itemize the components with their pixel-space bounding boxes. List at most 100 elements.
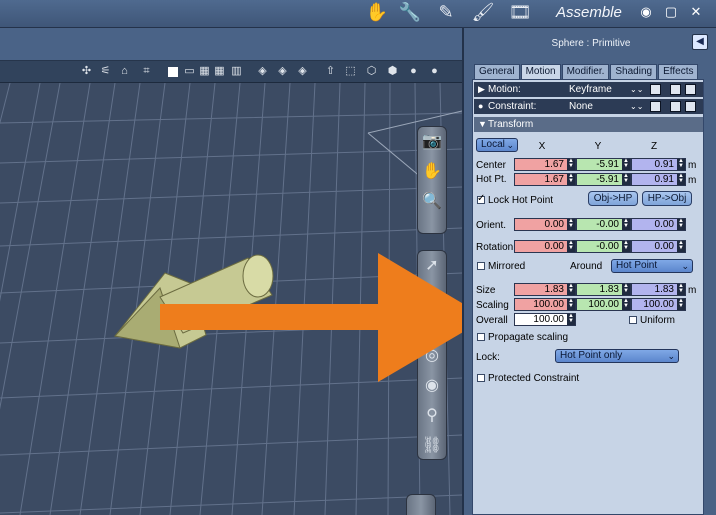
- select-arrow-icon[interactable]: ➚: [418, 251, 446, 281]
- hotpt-y-field[interactable]: -5.91 ▲ ▼: [576, 173, 631, 186]
- tab-shading[interactable]: Shading: [610, 64, 658, 79]
- restore-icon[interactable]: ▢: [663, 4, 679, 20]
- single-view-icon[interactable]: [168, 67, 178, 77]
- spinner-icon[interactable]: ▲ ▼: [677, 283, 685, 295]
- hp-to-obj-button[interactable]: HP->Obj: [642, 191, 692, 206]
- protected-constraint-checkbox[interactable]: [477, 374, 485, 382]
- load-icon[interactable]: [685, 84, 696, 95]
- squash-icon[interactable]: ◉: [418, 371, 446, 401]
- center-z-field[interactable]: 0.91 ▲ ▼: [631, 158, 686, 171]
- coord-space-select[interactable]: Local ⌄: [476, 138, 518, 152]
- spinner-icon[interactable]: ▲ ▼: [567, 158, 575, 170]
- mirrored-checkbox[interactable]: [477, 262, 485, 270]
- grid-icon[interactable]: ⌗: [140, 65, 153, 78]
- link-icon[interactable]: ⛓: [418, 431, 446, 461]
- three-view-icon[interactable]: ▦: [198, 65, 211, 78]
- lock-select[interactable]: Hot Point only ⌄: [555, 349, 679, 363]
- wand-icon[interactable]: ⚲: [418, 401, 446, 431]
- constraint-icon[interactable]: [650, 101, 661, 112]
- smooth-icon[interactable]: ●: [407, 65, 420, 78]
- hand-icon[interactable]: ✋: [365, 1, 389, 23]
- obj-to-hp-button[interactable]: Obj->HP: [588, 191, 638, 206]
- flat-icon[interactable]: ⬢: [386, 65, 399, 78]
- save-icon[interactable]: [670, 101, 681, 112]
- 3d-viewport[interactable]: [0, 83, 462, 515]
- tab-motion[interactable]: Motion: [520, 64, 561, 79]
- bounding-icon[interactable]: ⬚: [344, 65, 357, 78]
- around-select[interactable]: Hot Point ⌄: [611, 259, 693, 273]
- hierarchy-icon[interactable]: ⚟: [99, 65, 112, 78]
- spinner-icon[interactable]: ▲ ▼: [622, 173, 630, 185]
- pencil-icon[interactable]: ✎: [434, 1, 458, 23]
- two-view-icon[interactable]: ▭: [183, 65, 196, 78]
- tab-general[interactable]: General: [474, 64, 520, 79]
- keyframe-icon[interactable]: [650, 84, 661, 95]
- spinner-icon[interactable]: ▲ ▼: [567, 240, 575, 252]
- center-y-field[interactable]: -5.91 ▲ ▼: [576, 158, 631, 171]
- panel-collapse-button[interactable]: ◀: [692, 34, 708, 50]
- constraint-bar[interactable]: ● Constraint: None ⌄⌄: [474, 99, 703, 114]
- bottom-tool-pod[interactable]: [406, 494, 436, 515]
- transform-bar[interactable]: ▼ Transform: [474, 117, 703, 132]
- wireframe-icon[interactable]: ⬡: [365, 65, 378, 78]
- spinner-icon[interactable]: ▲ ▼: [677, 240, 685, 252]
- constraint-value[interactable]: None: [569, 99, 593, 114]
- spinner-icon[interactable]: ▲ ▼: [622, 240, 630, 252]
- size-x-field[interactable]: 1.83 ▲ ▼: [514, 283, 576, 296]
- spinner-icon[interactable]: ▲ ▼: [677, 298, 685, 310]
- spinner-icon[interactable]: ▲ ▼: [567, 173, 575, 185]
- hotpt-x-field[interactable]: 1.67 ▲ ▼: [514, 173, 576, 186]
- spinner-icon[interactable]: ▲ ▼: [677, 218, 685, 230]
- spinner-icon[interactable]: ▲ ▼: [677, 158, 685, 170]
- collapse-triangle-icon[interactable]: ▼: [478, 117, 487, 132]
- save-icon[interactable]: [670, 84, 681, 95]
- rotation-x-field[interactable]: 0.00 ▲ ▼: [514, 240, 576, 253]
- eye-icon[interactable]: ◉: [638, 4, 654, 20]
- render-icon[interactable]: ⌂: [118, 65, 131, 78]
- tab-modifier[interactable]: Modifier.: [561, 64, 610, 79]
- rotate-icon[interactable]: ⟳: [418, 311, 446, 341]
- layout-icon[interactable]: ▥: [230, 65, 243, 78]
- spinner-icon[interactable]: ▲ ▼: [622, 218, 630, 230]
- motion-value[interactable]: Keyframe: [569, 82, 612, 97]
- orient-x-field[interactable]: 0.00 ▲ ▼: [514, 218, 576, 231]
- scaling-z-field[interactable]: 100.00 ▲ ▼: [631, 298, 686, 311]
- scale-icon[interactable]: ◎: [418, 341, 446, 371]
- propagate-scaling-checkbox[interactable]: [477, 333, 485, 341]
- select-view3-icon[interactable]: ◈: [296, 65, 309, 78]
- spinner-icon[interactable]: ▲ ▼: [622, 283, 630, 295]
- spinner-icon[interactable]: ▲ ▼: [567, 283, 575, 295]
- rotation-y-field[interactable]: -0.00 ▲ ▼: [576, 240, 631, 253]
- size-z-field[interactable]: 1.83 ▲ ▼: [631, 283, 686, 296]
- spinner-icon[interactable]: ▲ ▼: [622, 298, 630, 310]
- four-view-icon[interactable]: ▦: [213, 65, 226, 78]
- scaling-x-field[interactable]: 100.00 ▲ ▼: [514, 298, 576, 311]
- spinner-icon[interactable]: ▲ ▼: [567, 218, 575, 230]
- wrench-icon[interactable]: 🔧: [398, 1, 422, 23]
- select-view-icon[interactable]: ◈: [256, 65, 269, 78]
- arrow-up-icon[interactable]: ⇧: [324, 65, 337, 78]
- uniform-checkbox[interactable]: [629, 316, 637, 324]
- orient-z-field[interactable]: 0.00 ▲ ▼: [631, 218, 686, 231]
- move-icon[interactable]: ✥: [418, 281, 446, 311]
- brush-icon[interactable]: 🖌: [471, 1, 495, 23]
- size-y-field[interactable]: 1.83 ▲ ▼: [576, 283, 631, 296]
- spinner-icon[interactable]: ▲ ▼: [622, 158, 630, 170]
- hotpt-z-field[interactable]: 0.91 ▲ ▼: [631, 173, 686, 186]
- rotation-z-field[interactable]: 0.00 ▲ ▼: [631, 240, 686, 253]
- zoom-icon[interactable]: 🔍: [418, 187, 446, 217]
- spinner-icon[interactable]: ▲ ▼: [567, 313, 575, 325]
- close-icon[interactable]: ✕: [688, 4, 704, 20]
- film-icon[interactable]: 🎞: [508, 1, 532, 23]
- pan-hand-icon[interactable]: ✋: [418, 157, 446, 187]
- tab-effects[interactable]: Effects: [658, 64, 699, 79]
- lock-hot-point-checkbox[interactable]: [477, 193, 485, 204]
- scaling-y-field[interactable]: 100.00 ▲ ▼: [576, 298, 631, 311]
- gizmo-icon[interactable]: ✣: [80, 65, 93, 78]
- spinner-icon[interactable]: ▲ ▼: [677, 173, 685, 185]
- expand-triangle-icon[interactable]: ▶: [478, 82, 485, 97]
- select-view2-icon[interactable]: ◈: [276, 65, 289, 78]
- orient-y-field[interactable]: -0.00 ▲ ▼: [576, 218, 631, 231]
- motion-bar[interactable]: ▶ Motion: Keyframe ⌄⌄: [474, 82, 703, 97]
- load-icon[interactable]: [685, 101, 696, 112]
